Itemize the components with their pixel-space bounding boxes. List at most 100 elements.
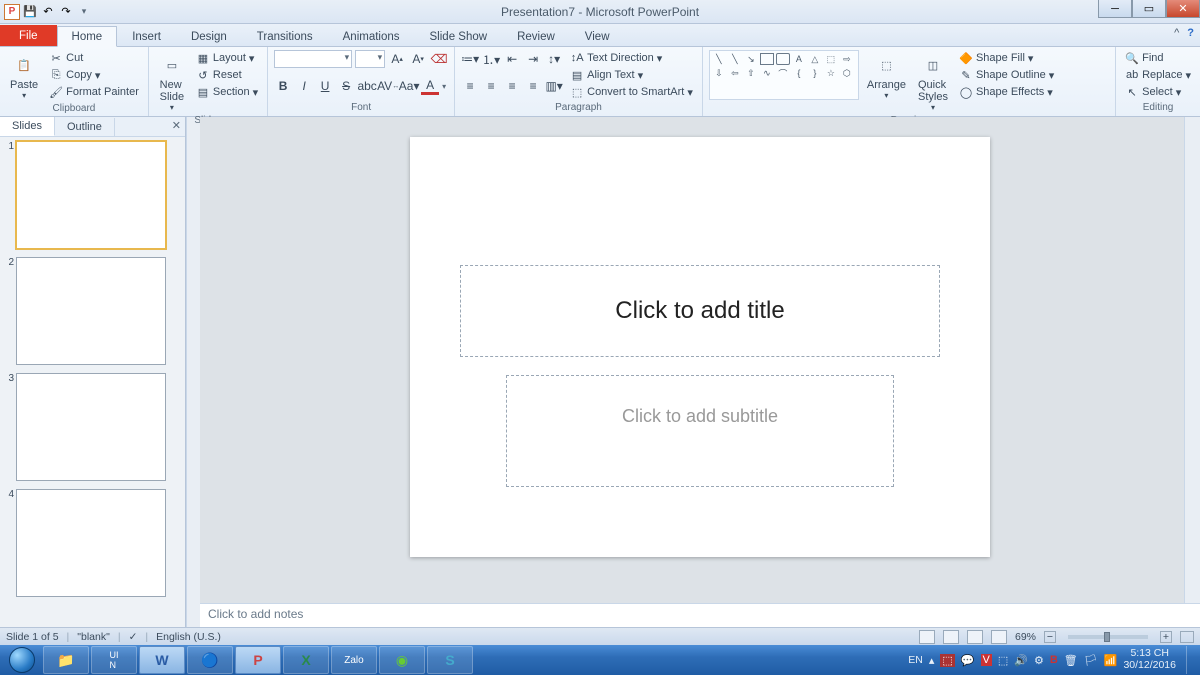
- subtitle-placeholder[interactable]: Click to add subtitle: [506, 375, 894, 487]
- tab-animations[interactable]: Animations: [328, 26, 415, 46]
- tab-file[interactable]: File: [0, 25, 57, 46]
- new-slide-button[interactable]: ▭ New Slide ▾: [155, 50, 189, 114]
- paste-button[interactable]: 📋 Paste ▾: [6, 50, 42, 102]
- slide-thumbnail[interactable]: 3: [6, 373, 171, 481]
- shapes-gallery[interactable]: ╲ ╲ ↘ A △ ⬚ ⇨ ⇩ ⇦ ⇧ ∿ ⌒ { } ☆ ⬡: [709, 50, 859, 100]
- taskbar-unikey-button[interactable]: UIN: [91, 646, 137, 674]
- undo-icon[interactable]: ↶: [40, 4, 56, 20]
- tray-app-icon[interactable]: ⚙: [1034, 654, 1044, 667]
- replace-button[interactable]: abReplace ▾: [1122, 67, 1194, 83]
- slideshow-view-button[interactable]: [991, 630, 1007, 644]
- shape-brace-icon[interactable]: {: [792, 67, 806, 79]
- strikethrough-button[interactable]: S: [337, 77, 355, 95]
- tray-app-icon[interactable]: 💬: [961, 654, 975, 667]
- help-icon[interactable]: ?: [1187, 27, 1194, 39]
- fit-to-window-button[interactable]: [1180, 631, 1194, 643]
- taskbar-excel-button[interactable]: X: [283, 646, 329, 674]
- grow-font-button[interactable]: A▴: [388, 50, 406, 68]
- tray-language[interactable]: EN: [908, 654, 923, 666]
- tray-volume-icon[interactable]: 🔊: [1014, 654, 1028, 667]
- reset-button[interactable]: ↺Reset: [193, 67, 261, 83]
- change-case-button[interactable]: Aa▾: [400, 77, 418, 95]
- quick-styles-button[interactable]: ◫ Quick Styles▾: [914, 50, 952, 114]
- tab-slideshow[interactable]: Slide Show: [415, 26, 503, 46]
- shape-rect-icon[interactable]: [776, 53, 790, 65]
- arrange-button[interactable]: ⬚ Arrange▾: [863, 50, 910, 102]
- zoom-out-button[interactable]: −: [1044, 631, 1056, 643]
- cut-button[interactable]: ✂Cut: [46, 50, 142, 66]
- zoom-slider[interactable]: [1068, 635, 1148, 639]
- tray-clock[interactable]: 5:13 CH 30/12/2016: [1123, 648, 1176, 671]
- taskbar-zalo-button[interactable]: Zalo: [331, 646, 377, 674]
- shape-rect-icon[interactable]: [760, 53, 774, 65]
- zoom-in-button[interactable]: +: [1160, 631, 1172, 643]
- title-placeholder[interactable]: Click to add title: [460, 265, 940, 357]
- char-spacing-button[interactable]: AV↔: [379, 77, 397, 95]
- slide-thumbnail[interactable]: 1: [6, 141, 171, 249]
- taskbar-word-button[interactable]: W: [139, 646, 185, 674]
- bold-button[interactable]: B: [274, 77, 292, 95]
- shape-arrow-icon[interactable]: ⇨: [840, 53, 854, 65]
- save-icon[interactable]: 💾: [22, 4, 38, 20]
- justify-button[interactable]: ≡: [524, 77, 542, 95]
- tab-transitions[interactable]: Transitions: [242, 26, 328, 46]
- show-desktop-button[interactable]: [1186, 646, 1196, 674]
- line-spacing-button[interactable]: ↕▾: [545, 50, 563, 68]
- align-right-button[interactable]: ≡: [503, 77, 521, 95]
- shape-line-icon[interactable]: ╲: [712, 53, 726, 65]
- shadow-button[interactable]: abc: [358, 77, 376, 95]
- close-button[interactable]: ✕: [1166, 0, 1200, 18]
- taskbar-skype-button[interactable]: S: [427, 646, 473, 674]
- minimize-button[interactable]: ─: [1098, 0, 1132, 18]
- shape-arrow-icon[interactable]: ⇦: [728, 67, 742, 79]
- find-button[interactable]: 🔍Find: [1122, 50, 1194, 66]
- select-button[interactable]: ↖Select ▾: [1122, 84, 1194, 100]
- taskbar-coccoc-button[interactable]: ◉: [379, 646, 425, 674]
- shape-arrow-icon[interactable]: ⇩: [712, 67, 726, 79]
- tab-design[interactable]: Design: [176, 26, 242, 46]
- shape-arrow-icon[interactable]: △: [808, 53, 822, 65]
- numbering-button[interactable]: ⒈▾: [482, 50, 500, 68]
- tray-app-icon[interactable]: 🗑: [1064, 654, 1078, 667]
- columns-button[interactable]: ▥▾: [545, 77, 563, 95]
- format-painter-button[interactable]: 🖌Format Painter: [46, 84, 142, 100]
- shape-line-icon[interactable]: ╲: [728, 53, 742, 65]
- shape-misc-icon[interactable]: ⬡: [840, 67, 854, 79]
- shape-brace-icon[interactable]: }: [808, 67, 822, 79]
- shape-effects-button[interactable]: ◯Shape Effects ▾: [956, 84, 1057, 100]
- tray-app-icon[interactable]: V: [981, 654, 992, 666]
- normal-view-button[interactable]: [919, 630, 935, 644]
- tray-action-center-icon[interactable]: 🏳: [1084, 654, 1098, 667]
- tray-app-icon[interactable]: B: [1050, 654, 1058, 666]
- text-direction-button[interactable]: ↕AText Direction ▾: [567, 50, 696, 66]
- tab-insert[interactable]: Insert: [117, 26, 176, 46]
- clear-formatting-button[interactable]: ⌫: [430, 50, 448, 68]
- redo-icon[interactable]: ↷: [58, 4, 74, 20]
- taskbar-chrome-button[interactable]: 🔵: [187, 646, 233, 674]
- shape-curve-icon[interactable]: ⌒: [776, 67, 790, 79]
- align-left-button[interactable]: ≡: [461, 77, 479, 95]
- tab-home[interactable]: Home: [57, 26, 118, 47]
- panel-tab-outline[interactable]: Outline: [55, 118, 115, 136]
- slide-thumbnail[interactable]: 4: [6, 489, 171, 597]
- shape-textbox-icon[interactable]: A: [792, 53, 806, 65]
- shape-arrow-icon[interactable]: ⇧: [744, 67, 758, 79]
- taskbar-powerpoint-button[interactable]: P: [235, 646, 281, 674]
- zoom-level[interactable]: 69%: [1015, 631, 1036, 643]
- shape-connector-icon[interactable]: ↘: [744, 53, 758, 65]
- tray-app-icon[interactable]: ⬚: [998, 654, 1008, 667]
- tray-show-hidden-icon[interactable]: ▴: [929, 654, 935, 667]
- panel-close-icon[interactable]: ✕: [172, 119, 181, 132]
- italic-button[interactable]: I: [295, 77, 313, 95]
- start-button[interactable]: [2, 645, 42, 675]
- tab-review[interactable]: Review: [502, 26, 570, 46]
- underline-button[interactable]: U: [316, 77, 334, 95]
- decrease-indent-button[interactable]: ⇤: [503, 50, 521, 68]
- status-language[interactable]: English (U.S.): [156, 631, 221, 643]
- font-name-combo[interactable]: [274, 50, 352, 68]
- increase-indent-button[interactable]: ⇥: [524, 50, 542, 68]
- shape-star-icon[interactable]: ☆: [824, 67, 838, 79]
- canvas-scrollbar[interactable]: [1184, 117, 1200, 603]
- tray-app-icon[interactable]: ⬚: [940, 654, 954, 667]
- shape-fill-button[interactable]: 🔶Shape Fill ▾: [956, 50, 1057, 66]
